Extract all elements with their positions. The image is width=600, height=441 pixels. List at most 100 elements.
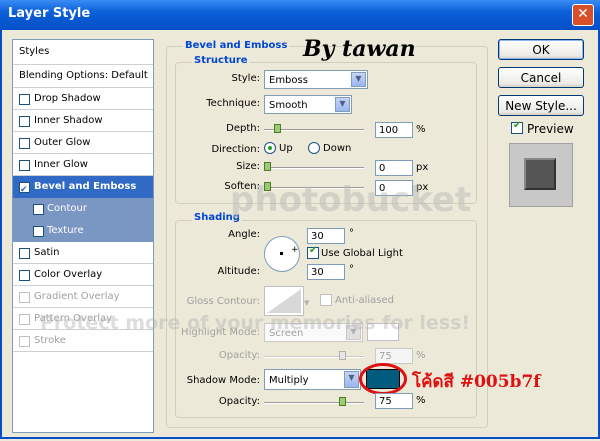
depth-unit: % — [416, 124, 426, 135]
shadow-mode-value: Multiply — [269, 375, 309, 386]
style-item-checkbox[interactable] — [19, 314, 30, 325]
style-item-label: Bevel and Emboss — [34, 181, 137, 192]
highlight-mode-value: Screen — [269, 328, 304, 339]
chevron-down-icon: ▼ — [344, 371, 359, 388]
depth-input[interactable]: 100 — [375, 122, 413, 138]
shading-title: Shading — [192, 212, 242, 223]
preview-checkbox[interactable] — [511, 120, 523, 134]
technique-select[interactable]: Smooth ▼ — [264, 95, 352, 114]
style-item-bevel-and-emboss[interactable]: Bevel and Emboss — [13, 176, 153, 201]
depth-label: Depth: — [226, 123, 260, 134]
style-item-gradient-overlay[interactable]: Gradient Overlay — [13, 286, 153, 308]
close-button[interactable]: ✕ — [572, 4, 594, 26]
highlight-opacity-unit: % — [416, 350, 426, 361]
shadow-opacity-label: Opacity: — [218, 396, 260, 407]
soften-slider[interactable] — [264, 187, 364, 189]
style-item-checkbox[interactable] — [19, 116, 30, 127]
highlight-opacity-input[interactable]: 75 — [375, 348, 413, 364]
shadow-opacity-knob[interactable] — [339, 397, 346, 406]
global-light-checkbox[interactable] — [307, 245, 319, 259]
blending-options-item[interactable]: Blending Options: Default — [13, 65, 153, 87]
style-item-checkbox[interactable] — [19, 292, 30, 303]
style-item-checkbox[interactable] — [33, 204, 44, 215]
dial-center — [280, 252, 283, 255]
crosshair-icon: + — [291, 245, 299, 255]
depth-slider-knob[interactable] — [274, 124, 281, 133]
style-item-checkbox[interactable] — [19, 94, 30, 105]
shadow-opacity-input[interactable]: 75 — [375, 393, 413, 409]
highlight-opacity-slider[interactable] — [264, 356, 364, 358]
contour-curve-icon — [267, 289, 301, 313]
shadow-opacity-slider[interactable] — [264, 402, 364, 404]
chevron-down-icon: ▼ — [304, 299, 310, 307]
anti-aliased-checkbox[interactable] — [320, 294, 332, 306]
gloss-contour-preview — [264, 286, 304, 316]
preview-label: Preview — [527, 122, 574, 136]
highlight-mode-select[interactable]: Screen ▼ — [264, 323, 363, 342]
style-item-checkbox[interactable] — [19, 160, 30, 171]
blending-options-label: Blending Options: Default — [19, 70, 148, 81]
style-item-satin[interactable]: Satin — [13, 242, 153, 264]
style-item-label: Stroke — [34, 335, 66, 346]
style-item-checkbox[interactable] — [19, 336, 30, 347]
shadow-mode-select[interactable]: Multiply ▼ — [264, 369, 361, 390]
direction-down-label: Down — [323, 143, 352, 154]
style-item-drop-shadow[interactable]: Drop Shadow — [13, 88, 153, 110]
style-item-label: Satin — [34, 247, 60, 258]
style-select-value: Emboss — [269, 75, 308, 86]
style-item-inner-glow[interactable]: Inner Glow — [13, 154, 153, 176]
style-label: Style: — [231, 73, 261, 84]
style-item-stroke[interactable]: Stroke — [13, 330, 153, 352]
style-item-checkbox[interactable] — [19, 248, 30, 259]
highlight-mode-label: Highlight Mode: — [181, 327, 260, 338]
chevron-down-icon: ▼ — [346, 325, 361, 340]
shadow-mode-label: Shadow Mode: — [186, 375, 260, 386]
cancel-button[interactable]: Cancel — [498, 67, 584, 88]
soften-input[interactable]: 0 — [375, 180, 413, 196]
angle-input[interactable]: 30 — [307, 228, 345, 244]
soften-slider-knob[interactable] — [264, 182, 271, 191]
style-item-color-overlay[interactable]: Color Overlay — [13, 264, 153, 286]
bevel-group-title: Bevel and Emboss — [183, 40, 290, 51]
style-item-label: Pattern Overlay — [34, 313, 113, 324]
style-item-checkbox[interactable] — [33, 226, 44, 237]
ok-button[interactable]: OK — [498, 39, 584, 60]
direction-label: Direction: — [211, 144, 260, 155]
altitude-unit: ° — [349, 264, 354, 275]
style-item-label: Color Overlay — [34, 269, 103, 280]
shadow-opacity-unit: % — [416, 395, 426, 406]
style-item-inner-shadow[interactable]: Inner Shadow — [13, 110, 153, 132]
altitude-input[interactable]: 30 — [307, 264, 345, 280]
size-slider[interactable] — [264, 167, 364, 169]
highlight-opacity-knob[interactable] — [339, 351, 346, 360]
chevron-down-icon: ▼ — [335, 97, 350, 112]
style-item-label: Contour — [47, 203, 87, 214]
style-item-outer-glow[interactable]: Outer Glow — [13, 132, 153, 154]
highlight-color-swatch[interactable] — [367, 323, 399, 341]
direction-down-radio[interactable] — [308, 142, 320, 154]
style-item-pattern-overlay[interactable]: Pattern Overlay — [13, 308, 153, 330]
size-unit: px — [416, 162, 429, 173]
angle-dial[interactable]: + — [264, 236, 300, 272]
size-label: Size: — [236, 161, 260, 172]
style-select[interactable]: Emboss ▼ — [264, 70, 368, 89]
new-style-button[interactable]: New Style... — [498, 95, 584, 116]
preview-thumbnail — [509, 143, 573, 207]
style-item-label: Drop Shadow — [34, 93, 101, 104]
styles-header[interactable]: Styles — [13, 41, 153, 63]
style-item-contour[interactable]: Contour — [13, 198, 153, 220]
direction-up-radio[interactable] — [264, 142, 276, 154]
red-circle-annotation — [359, 363, 407, 395]
angle-unit: ° — [349, 228, 354, 239]
size-slider-knob[interactable] — [264, 162, 271, 171]
technique-select-value: Smooth — [269, 100, 308, 111]
structure-title: Structure — [192, 55, 250, 66]
size-input[interactable]: 0 — [375, 160, 413, 176]
preview-shape — [524, 158, 556, 190]
style-item-checkbox[interactable] — [19, 179, 30, 201]
soften-label: Soften: — [224, 181, 260, 192]
title-bar: Layer Style ✕ — [0, 0, 600, 30]
style-item-texture[interactable]: Texture — [13, 220, 153, 242]
style-item-checkbox[interactable] — [19, 138, 30, 149]
style-item-checkbox[interactable] — [19, 270, 30, 281]
